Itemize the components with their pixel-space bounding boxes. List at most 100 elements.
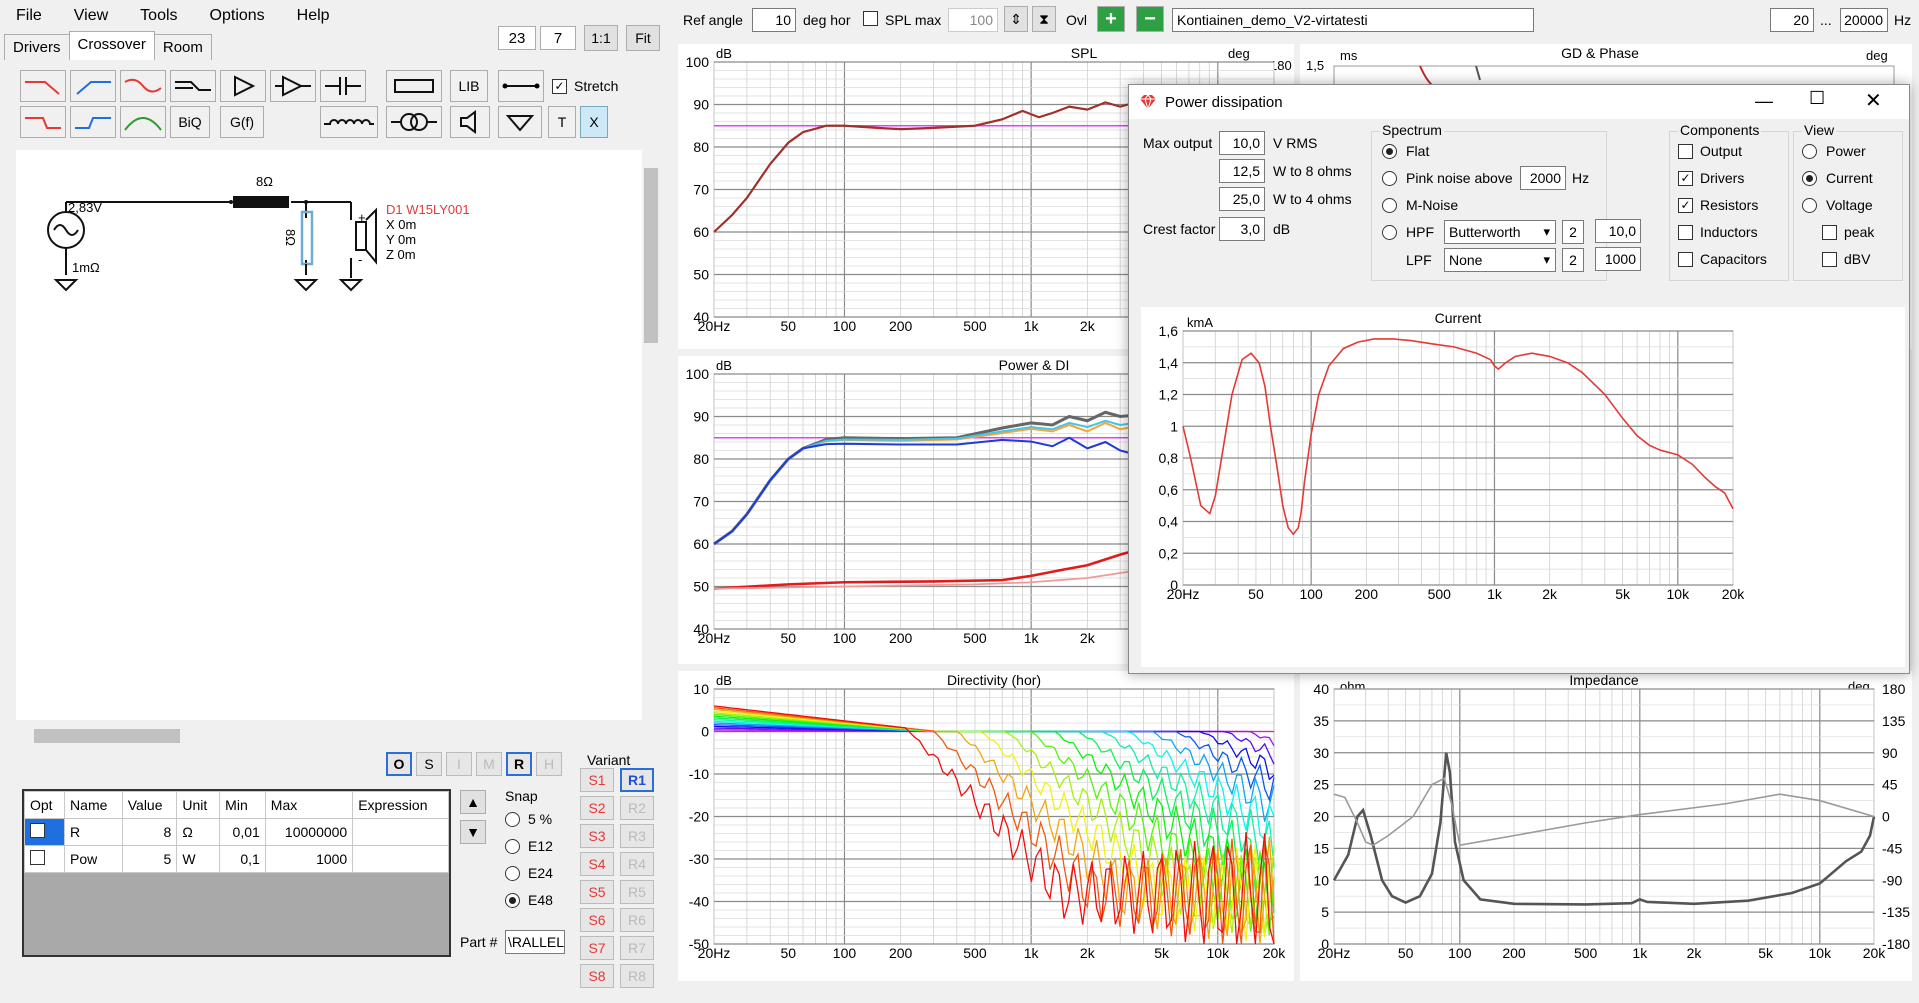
dbv-checkbox[interactable] <box>1822 252 1837 267</box>
variant-s8-button[interactable]: S8 <box>580 964 614 988</box>
expression-cell[interactable] <box>352 845 449 873</box>
flat-radio[interactable] <box>1382 144 1397 159</box>
lowpass2-tool-button[interactable] <box>20 106 66 138</box>
pink-noise-radio[interactable] <box>1382 171 1397 186</box>
inductor-tool-button[interactable] <box>320 106 378 138</box>
value-cell[interactable]: 5 <box>121 845 178 873</box>
variant-r3-button[interactable]: R3 <box>620 824 654 848</box>
move-down-button[interactable]: ▼ <box>460 820 486 844</box>
name-cell[interactable]: Pow <box>64 845 123 873</box>
freq-low-input[interactable]: 20 <box>1770 8 1814 32</box>
maximize-icon[interactable]: ☐ <box>1809 88 1825 109</box>
mode-m-button[interactable]: M <box>476 752 502 776</box>
min-cell[interactable]: 0,01 <box>219 818 266 846</box>
schematic-canvas[interactable]: 8Ω 2,83V 1mΩ 8Ω + - D1 W15LY001 X 0m Y 0… <box>16 150 642 720</box>
close-icon[interactable]: ✕ <box>1865 88 1882 113</box>
spin-fit-button[interactable]: ⧗ <box>1032 6 1056 32</box>
variant-r4-button[interactable]: R4 <box>620 852 654 876</box>
mode-o-button[interactable]: O <box>386 752 412 776</box>
ref-angle-input[interactable]: 10 <box>752 8 796 32</box>
zoom-fit-button[interactable]: Fit <box>626 25 660 51</box>
mode-i-button[interactable]: I <box>446 752 472 776</box>
hpf-freq-input[interactable]: 10,0 <box>1595 219 1641 243</box>
project-name-field[interactable]: Kontiainen_demo_V2-virtatesti <box>1172 8 1534 32</box>
max-cell[interactable]: 1000 <box>264 845 354 873</box>
remove-overlay-button[interactable]: − <box>1136 6 1164 32</box>
move-up-button[interactable]: ▲ <box>460 790 486 814</box>
transformer-tool-button[interactable] <box>386 106 442 138</box>
lpf-order-input[interactable]: 2 <box>1562 248 1584 272</box>
max-output-input[interactable]: 10,0 <box>1219 131 1265 155</box>
schematic-horizontal-scrollbar[interactable] <box>16 727 642 745</box>
mode-h-button[interactable]: H <box>536 752 562 776</box>
mode-s-button[interactable]: S <box>416 752 442 776</box>
tab-room[interactable]: Room <box>153 34 212 60</box>
resistor-tool-button[interactable] <box>386 70 442 102</box>
transfer-function-button[interactable]: G(f) <box>220 106 264 138</box>
m-noise-radio[interactable] <box>1382 198 1397 213</box>
tab-crossover[interactable]: Crossover <box>68 31 155 60</box>
variant-s7-button[interactable]: S7 <box>580 936 614 960</box>
variant-r2-button[interactable]: R2 <box>620 796 654 820</box>
text-tool-button[interactable]: T <box>548 106 576 138</box>
capacitor-tool-button[interactable] <box>320 70 366 102</box>
bandpass-tool-button[interactable] <box>120 106 166 138</box>
highpass-tool-button[interactable] <box>70 70 116 102</box>
ground-tool-button[interactable] <box>498 106 542 138</box>
drivers-checkbox[interactable]: ✓ <box>1678 171 1693 186</box>
resistors-checkbox[interactable]: ✓ <box>1678 198 1693 213</box>
snap-5pct-radio[interactable] <box>505 812 520 827</box>
watts-8-input[interactable]: 12,5 <box>1219 159 1265 183</box>
menu-tools[interactable]: Tools <box>124 7 193 25</box>
min-cell[interactable]: 0,1 <box>219 845 266 873</box>
variant-s4-button[interactable]: S4 <box>580 852 614 876</box>
opt-cell[interactable] <box>23 845 66 873</box>
tab-drivers[interactable]: Drivers <box>4 34 70 60</box>
spin-updown-button[interactable]: ⇕ <box>1004 6 1028 32</box>
spl-max-checkbox[interactable] <box>863 11 878 26</box>
stretch-checkbox[interactable]: ✓ <box>552 79 567 94</box>
snap-e48-radio[interactable] <box>505 893 520 908</box>
horizontal-scroll-thumb[interactable] <box>34 729 180 743</box>
expression-cell[interactable] <box>352 818 449 846</box>
zoom-1to1-button[interactable]: 1:1 <box>584 25 618 51</box>
library-button[interactable]: LIB <box>450 70 488 102</box>
output-checkbox[interactable] <box>1678 144 1693 159</box>
opamp-tool-button[interactable] <box>270 70 316 102</box>
schematic-vertical-scrollbar[interactable] <box>642 150 660 725</box>
peak-checkbox[interactable] <box>1822 225 1837 240</box>
add-overlay-button[interactable]: + <box>1097 6 1125 32</box>
pink-noise-freq-input[interactable]: 2000 <box>1520 166 1566 190</box>
value-cell[interactable]: 8 <box>121 818 178 846</box>
vertical-scroll-thumb[interactable] <box>644 168 658 343</box>
menu-help[interactable]: Help <box>281 7 346 25</box>
opt-checkbox[interactable] <box>30 823 45 838</box>
wire-tool-button[interactable] <box>498 70 544 102</box>
snap-e12-radio[interactable] <box>505 839 520 854</box>
name-cell[interactable]: R <box>64 818 123 846</box>
directivity-panel[interactable]: Directivity (hor) dB 10 0 -10 -20 -30 -40 -50 20H… <box>678 671 1294 981</box>
variant-r1-button[interactable]: R1 <box>620 768 654 792</box>
opt-checkbox[interactable] <box>30 850 45 865</box>
notch-tool-button[interactable] <box>120 70 166 102</box>
spl-max-input[interactable]: 100 <box>948 8 998 32</box>
lowpass-tool-button[interactable] <box>20 70 66 102</box>
variant-s1-button[interactable]: S1 <box>580 768 614 792</box>
menu-options[interactable]: Options <box>194 7 281 25</box>
impedance-panel[interactable]: Impedance ohm deg 40 35 30 25 20 15 10 5 0 180 135 90 4… <box>1300 671 1912 981</box>
capacitors-checkbox[interactable] <box>1678 252 1693 267</box>
minimize-icon[interactable]: — <box>1755 91 1773 112</box>
watts-4-input[interactable]: 25,0 <box>1219 187 1265 211</box>
shelf-tool-button[interactable] <box>170 70 216 102</box>
opt-cell[interactable] <box>23 818 66 846</box>
highpass2-tool-button[interactable] <box>70 106 116 138</box>
lpf-freq-input[interactable]: 1000 <box>1595 247 1641 271</box>
variant-s3-button[interactable]: S3 <box>580 824 614 848</box>
snap-e24-radio[interactable] <box>505 866 520 881</box>
variant-r5-button[interactable]: R5 <box>620 880 654 904</box>
view-current-radio[interactable] <box>1802 171 1817 186</box>
variant-r8-button[interactable]: R8 <box>620 964 654 988</box>
table-row[interactable]: Pow 5 W 0,1 1000 <box>23 845 449 873</box>
crest-factor-input[interactable]: 3,0 <box>1219 217 1265 241</box>
current-chart-panel[interactable]: Current kmA 1,6 1,4 1,2 1 0,8 0,6 0,4 0,2 0 20Hz 50 1… <box>1141 307 1905 667</box>
